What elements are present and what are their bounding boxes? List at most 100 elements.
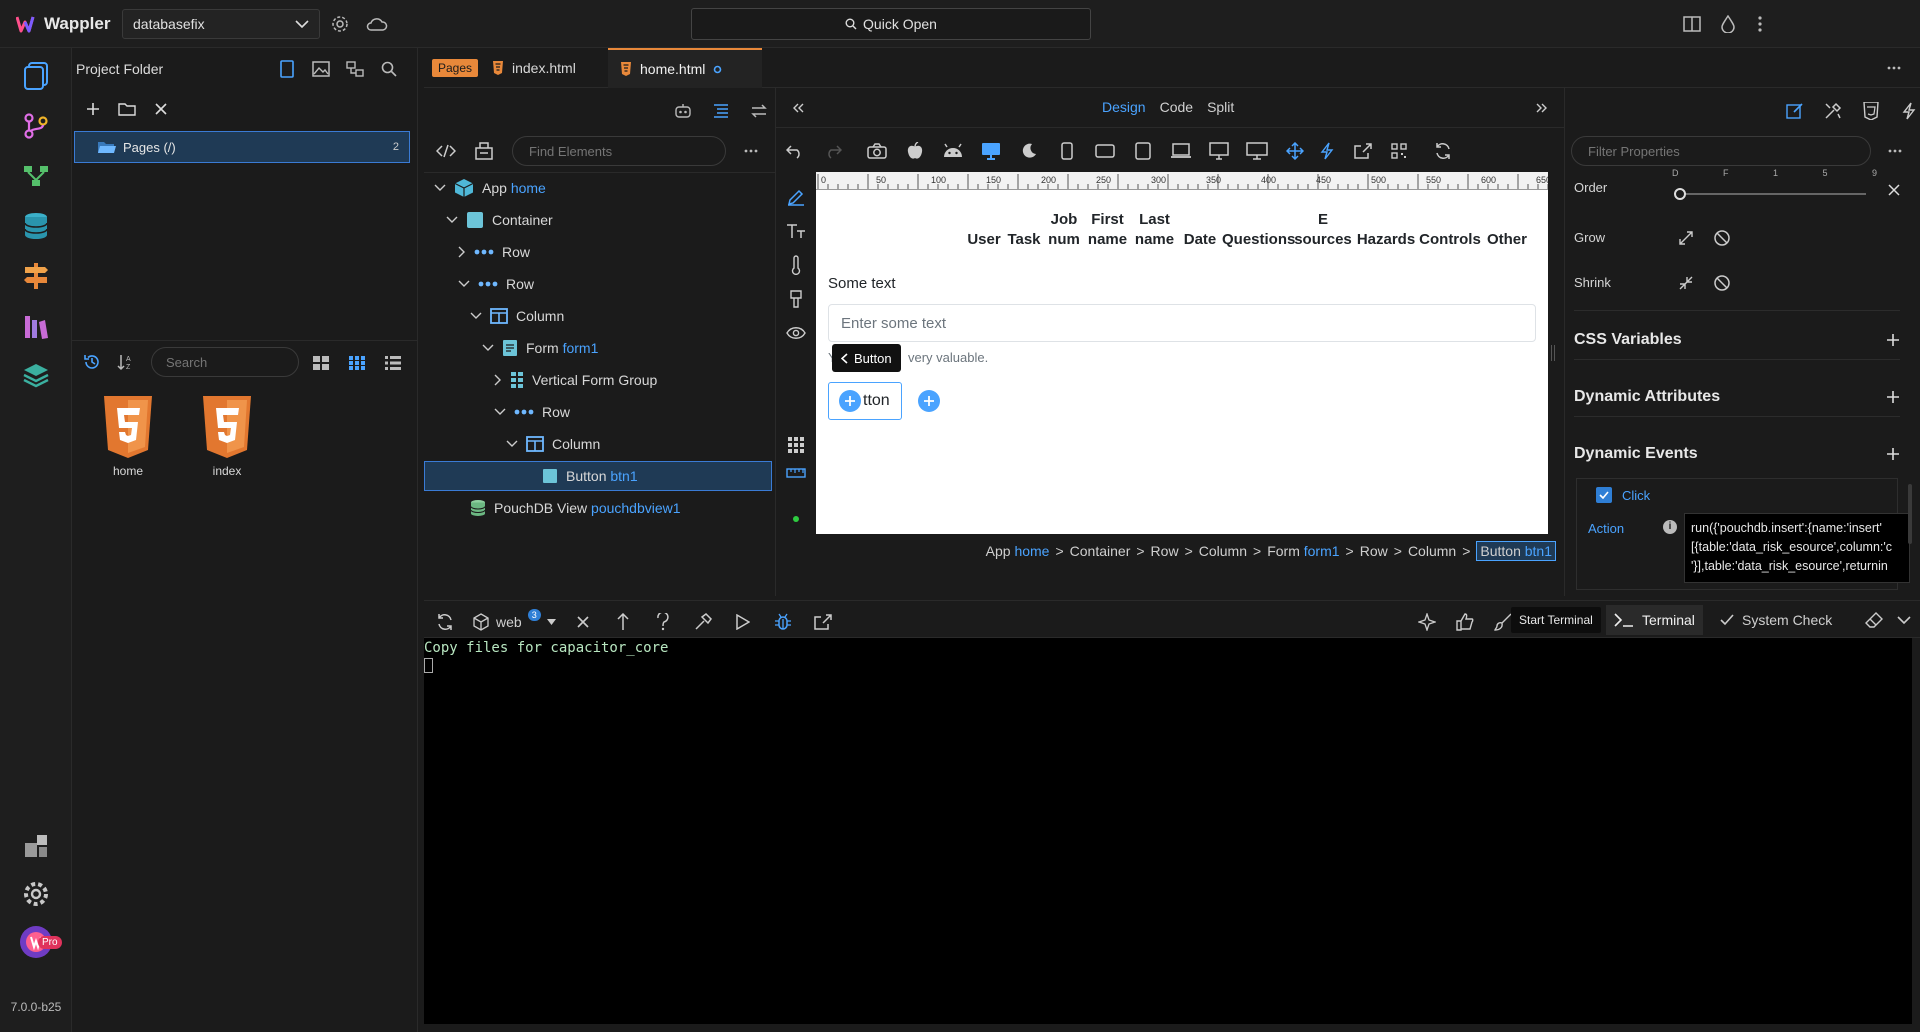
order-slider-track[interactable] (1680, 193, 1866, 195)
form-text-input[interactable]: Enter some text (828, 304, 1536, 342)
apple-icon[interactable] (902, 138, 928, 164)
stop-close-icon[interactable] (570, 609, 596, 635)
add-icon[interactable] (80, 96, 106, 122)
pages-folder-row[interactable]: Pages (/) 2 (74, 131, 410, 163)
pages-view-icon[interactable] (274, 56, 300, 82)
debug-bug-icon[interactable] (770, 609, 796, 635)
grow-expand-icon[interactable] (1676, 228, 1696, 248)
lightning-icon[interactable] (1314, 138, 1340, 164)
more-horizontal-icon[interactable] (1886, 142, 1904, 160)
file-tile-index[interactable]: index (187, 396, 267, 478)
redo-icon[interactable] (820, 138, 846, 164)
tree-item-container[interactable]: Container (446, 205, 553, 235)
project-select[interactable]: databasefix (122, 9, 320, 39)
cloud-sync-icon[interactable] (366, 14, 388, 34)
tablet-device-icon[interactable] (1130, 138, 1156, 164)
code-icon[interactable] (434, 140, 458, 162)
library-icon[interactable] (18, 308, 54, 344)
tab-index-html[interactable]: index.html (480, 48, 588, 88)
breadcrumb-item[interactable]: Row (1360, 543, 1388, 559)
tree-item-button[interactable]: Button btn1 (542, 461, 638, 491)
tree-item-form-group[interactable]: Vertical Form Group (494, 365, 657, 395)
history-icon[interactable] (80, 350, 104, 374)
tree-item-column[interactable]: Column (470, 301, 564, 331)
undo-icon[interactable] (782, 138, 808, 164)
eye-icon[interactable] (784, 322, 808, 344)
find-elements-input[interactable] (512, 136, 726, 166)
element-tooltip[interactable]: Button (832, 344, 901, 372)
component-insert-icon[interactable] (472, 140, 496, 162)
project-files-icon[interactable] (18, 58, 54, 94)
system-check-tab[interactable]: System Check (1720, 609, 1832, 631)
insert-before-icon[interactable] (839, 390, 861, 412)
tree-item-form[interactable]: Form form1 (482, 333, 598, 363)
event-checkbox[interactable] (1596, 487, 1612, 503)
routes-signpost-icon[interactable] (18, 258, 54, 294)
refresh-icon[interactable] (1430, 138, 1456, 164)
panel-resize-handle[interactable] (1551, 345, 1555, 361)
tree-item-column[interactable]: Column (506, 429, 600, 459)
design-mode-button[interactable]: Design (1102, 99, 1146, 115)
help-question-icon[interactable] (650, 609, 676, 635)
sitemap-icon[interactable] (342, 56, 368, 82)
info-icon[interactable]: i (1663, 520, 1677, 534)
target-select[interactable]: web 3 (472, 609, 556, 631)
monitor-device-icon[interactable] (1206, 138, 1232, 164)
git-icon[interactable] (18, 108, 54, 144)
collapse-left-icon[interactable] (790, 100, 806, 116)
events-lightning-icon[interactable] (1896, 98, 1920, 124)
structure-list-icon[interactable] (708, 98, 734, 124)
tree-item-row[interactable]: Row (458, 237, 530, 267)
breadcrumb-item[interactable]: Column (1408, 543, 1456, 559)
eraser-clear-icon[interactable] (1864, 611, 1884, 629)
tree-item-app[interactable]: App home (434, 173, 546, 203)
event-click-row[interactable]: Click (1596, 487, 1650, 503)
more-horizontal-icon[interactable] (742, 142, 760, 160)
properties-scrollbar[interactable] (1908, 484, 1912, 544)
small-grid-icon[interactable] (344, 350, 370, 376)
open-external-icon[interactable] (1350, 138, 1376, 164)
breadcrumb-item[interactable]: Container (1070, 543, 1131, 559)
extensions-icon[interactable] (18, 828, 54, 864)
open-browser-icon[interactable] (810, 609, 836, 635)
split-mode-button[interactable]: Split (1207, 99, 1234, 115)
run-play-icon[interactable] (730, 609, 756, 635)
large-grid-icon[interactable] (308, 350, 334, 376)
layers-icon[interactable] (18, 358, 54, 394)
breadcrumb-item[interactable]: Button btn1 (1476, 541, 1556, 561)
file-tile-home[interactable]: home (88, 396, 168, 478)
tree-item-row[interactable]: Row (494, 397, 570, 427)
brush-icon[interactable] (784, 288, 808, 310)
dynamic-events-section[interactable]: Dynamic Events (1574, 434, 1900, 474)
clear-order-icon[interactable] (1886, 182, 1902, 198)
breadcrumb-item[interactable]: App home (986, 543, 1050, 559)
database-icon[interactable] (18, 208, 54, 244)
properties-edit-icon[interactable] (1782, 98, 1808, 124)
camera-icon[interactable] (864, 138, 890, 164)
css-icon[interactable] (1858, 98, 1884, 124)
add-icon[interactable] (1886, 333, 1900, 347)
new-folder-icon[interactable] (114, 96, 140, 122)
more-horizontal-icon[interactable] (1886, 60, 1902, 76)
breadcrumb-item[interactable]: Form form1 (1267, 543, 1339, 559)
quick-open-button[interactable]: Quick Open (691, 8, 1091, 40)
gear-icon[interactable] (330, 14, 350, 34)
more-vertical-icon[interactable] (1752, 14, 1768, 34)
tree-item-row[interactable]: Row (458, 269, 534, 299)
order-slider-thumb[interactable] (1674, 188, 1686, 200)
code-mode-button[interactable]: Code (1160, 99, 1193, 115)
insert-after-icon[interactable] (918, 390, 940, 412)
swap-icon[interactable] (746, 98, 772, 124)
tools-icon[interactable] (1820, 98, 1846, 124)
breadcrumb-item[interactable]: Column (1199, 543, 1247, 559)
shrink-compress-icon[interactable] (1676, 273, 1696, 293)
search-files-icon[interactable] (376, 56, 402, 82)
edit-pencil-icon[interactable] (784, 186, 808, 208)
text-format-icon[interactable] (784, 220, 808, 242)
assets-image-icon[interactable] (308, 56, 334, 82)
robot-ai-icon[interactable] (670, 98, 696, 124)
android-icon[interactable] (940, 138, 966, 164)
close-icon[interactable] (148, 96, 174, 122)
qr-code-icon[interactable] (1386, 138, 1412, 164)
phone-device-icon[interactable] (1054, 138, 1080, 164)
